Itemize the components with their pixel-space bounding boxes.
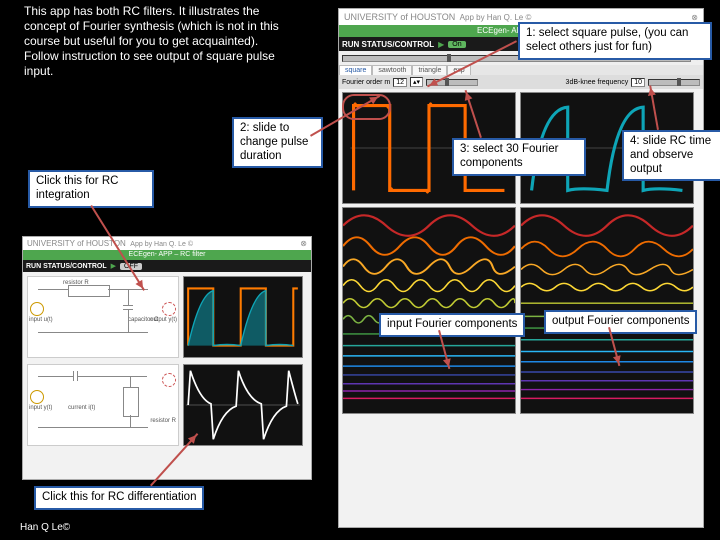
block-rc-differentiation[interactable]: resistor R input y(t) current i(t) [27,364,307,446]
callout-rc-differentiation: Click this for RC differentiation [34,486,204,510]
small-title-bar: ECEgen- APP – RC filter [23,250,311,260]
small-run-row: RUN STATUS/CONTROL ▶ OFF [23,260,311,272]
block-rc-integration[interactable]: resistor R capacitor C input u(t) output… [27,276,307,358]
waveform-tabs: square sawtooth triangle exp [339,65,703,75]
plot-diff-small [184,365,302,445]
highlight-circle [342,94,391,120]
knee-slider[interactable] [648,79,700,86]
screenshot-small-off: UNIVERSITY of HOUSTON App by Han Q. Le ©… [22,236,312,480]
plot-int-small [184,277,302,357]
slide-root: This app has both RC filters. It illustr… [0,0,720,540]
fourier-order-value[interactable]: 12 [393,78,407,87]
close-icon: ⊗ [300,239,307,248]
on-button[interactable]: On [448,41,465,48]
callout-input-fourier: input Fourier components [379,313,525,337]
small-univ-row: UNIVERSITY of HOUSTON App by Han Q. Le ©… [23,237,311,250]
plot-input-fourier [342,207,516,414]
play-icon: ▶ [111,262,116,270]
tab-triangle[interactable]: triangle [412,65,447,75]
close-icon: ⊗ [691,13,698,22]
tab-sawtooth[interactable]: sawtooth [372,65,412,75]
play-icon: ▶ [438,40,444,49]
copyright-text: Han Q Le© [20,522,70,535]
callout-slide-rc: 4: slide RC time and observe output [622,130,720,181]
callout-rc-integration: Click this for RC integration [28,170,154,208]
intro-paragraph: This app has both RC filters. It illustr… [24,4,284,79]
callout-output-fourier: output Fourier components [544,310,697,334]
callout-select-fourier: 3: select 30 Fourier components [452,138,586,176]
callout-slide-pulse: 2: slide to change pulse duration [232,117,323,168]
tab-square[interactable]: square [339,65,372,75]
knee-value[interactable]: 10 [631,78,645,87]
fourier-order-stepper[interactable]: ▴▾ [410,77,423,87]
callout-select-square: 1: select square pulse, (you can select … [518,22,712,60]
